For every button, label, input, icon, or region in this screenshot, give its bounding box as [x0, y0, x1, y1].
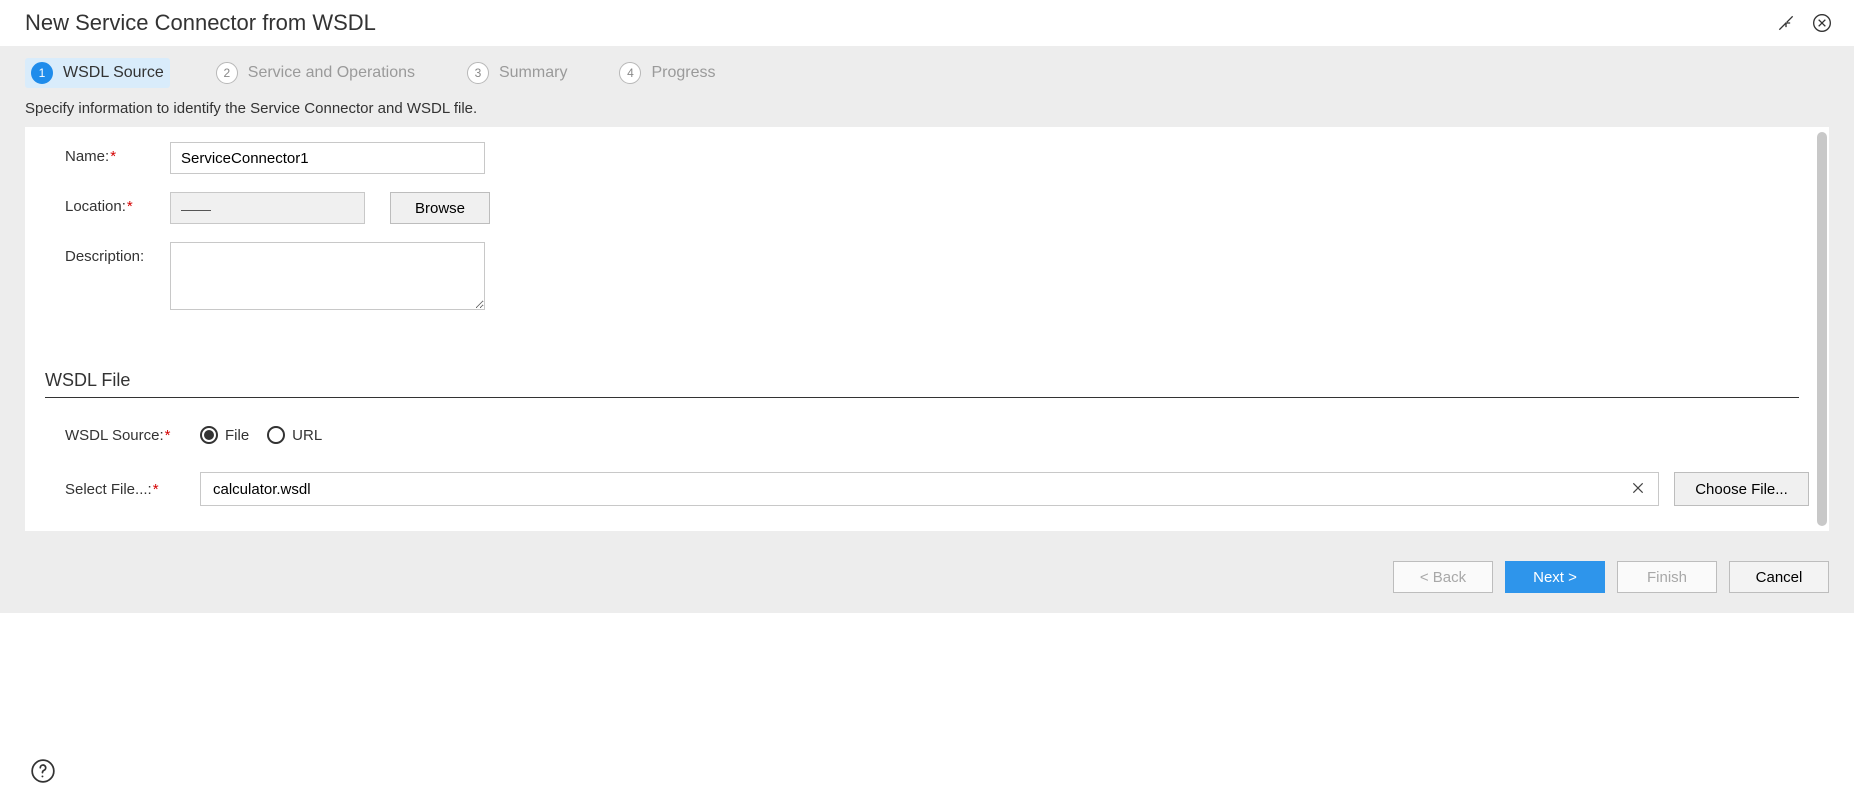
required-marker: *	[153, 481, 159, 498]
cancel-button[interactable]: Cancel	[1729, 561, 1829, 593]
back-button[interactable]: < Back	[1393, 561, 1493, 593]
radio-option-file[interactable]: File	[200, 426, 249, 444]
name-input[interactable]	[170, 142, 485, 174]
step-service-operations[interactable]: 2 Service and Operations	[210, 58, 421, 88]
description-textarea[interactable]	[170, 242, 485, 310]
radio-icon	[267, 426, 285, 444]
required-marker: *	[127, 198, 133, 215]
help-icon[interactable]	[30, 758, 56, 784]
select-file-label-text: Select File...:	[65, 481, 152, 498]
step-label: Progress	[651, 64, 715, 82]
finish-button[interactable]: Finish	[1617, 561, 1717, 593]
wsdl-source-radio-group: File URL	[200, 426, 322, 444]
required-marker: *	[110, 148, 116, 165]
step-number: 1	[31, 62, 53, 84]
wsdl-file-section-title: WSDL File	[45, 370, 1799, 398]
scrollbar-thumb[interactable]	[1817, 132, 1827, 526]
radio-option-url[interactable]: URL	[267, 426, 322, 444]
name-label: Name:*	[65, 142, 170, 165]
name-label-text: Name:	[65, 148, 109, 165]
description-label: Description:	[65, 242, 170, 265]
next-button[interactable]: Next >	[1505, 561, 1605, 593]
wsdl-source-row: WSDL Source:* File URL	[65, 426, 1809, 444]
name-row: Name:*	[65, 142, 1809, 174]
step-label: WSDL Source	[63, 64, 164, 82]
panel-scrollbar[interactable]	[1817, 132, 1827, 526]
description-row: Description:	[65, 242, 1809, 310]
wizard-steps: 1 WSDL Source 2 Service and Operations 3…	[0, 46, 1854, 100]
step-label: Summary	[499, 64, 567, 82]
step-number: 2	[216, 62, 238, 84]
step-wsdl-source[interactable]: 1 WSDL Source	[25, 58, 170, 88]
wizard-body: 1 WSDL Source 2 Service and Operations 3…	[0, 46, 1854, 613]
radio-icon	[200, 426, 218, 444]
location-label: Location:*	[65, 192, 170, 215]
step-number: 4	[619, 62, 641, 84]
wsdl-source-label: WSDL Source:*	[65, 427, 200, 444]
radio-label: URL	[292, 427, 322, 444]
minimize-icon[interactable]	[1774, 11, 1798, 35]
clear-file-icon[interactable]	[1626, 480, 1650, 499]
step-progress[interactable]: 4 Progress	[613, 58, 721, 88]
location-placeholder-line	[181, 197, 211, 211]
dialog-header: New Service Connector from WSDL	[0, 0, 1854, 46]
header-controls	[1774, 11, 1834, 35]
location-label-text: Location:	[65, 198, 126, 215]
close-icon[interactable]	[1810, 11, 1834, 35]
step-summary[interactable]: 3 Summary	[461, 58, 573, 88]
step-label: Service and Operations	[248, 64, 415, 82]
step-number: 3	[467, 62, 489, 84]
wizard-footer: < Back Next > Finish Cancel	[0, 531, 1854, 593]
browse-button[interactable]: Browse	[390, 192, 490, 224]
choose-file-button[interactable]: Choose File...	[1674, 472, 1809, 506]
radio-label: File	[225, 427, 249, 444]
select-file-input-wrap	[200, 472, 1659, 506]
wsdl-source-label-text: WSDL Source:	[65, 427, 164, 444]
select-file-label: Select File...:*	[65, 481, 200, 498]
location-row: Location:* Browse	[65, 192, 1809, 224]
dialog-title: New Service Connector from WSDL	[25, 10, 376, 36]
location-input[interactable]	[170, 192, 365, 224]
select-file-row: Select File...:* Choose File...	[65, 472, 1809, 506]
required-marker: *	[165, 427, 171, 444]
instruction-text: Specify information to identify the Serv…	[0, 100, 1854, 127]
select-file-input[interactable]	[213, 481, 1626, 498]
form-panel: Name:* Location:* Browse Description: WS…	[25, 127, 1829, 531]
